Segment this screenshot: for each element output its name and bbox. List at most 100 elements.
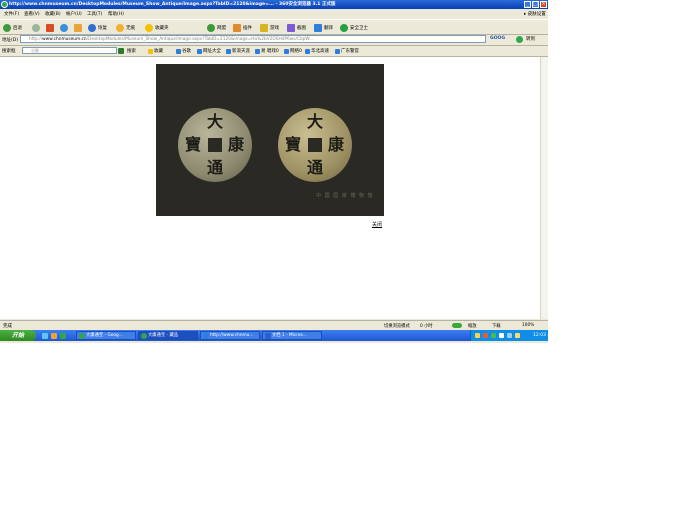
toggle-icon[interactable] — [452, 323, 462, 328]
navigation-toolbar: 后退 恢复 无痕 收藏夹 网盟 插件 游戏 截图 翻译 安全卫士 — [0, 19, 548, 35]
tray-icon[interactable] — [491, 333, 496, 338]
menu-help[interactable]: 帮助(H) — [108, 11, 124, 17]
private-mode-button[interactable]: 无痕 — [116, 23, 135, 32]
start-button[interactable]: 开始 — [0, 330, 36, 341]
search-input[interactable]: 谷歌 — [22, 47, 117, 54]
favorites-button[interactable]: 收藏夹 — [145, 23, 169, 32]
task-label: 文档 1 - Micros... — [272, 333, 307, 338]
fav-item-network[interactable]: 网络0 — [284, 48, 302, 54]
restore-button[interactable]: 恢复 — [88, 23, 107, 32]
translate-button[interactable]: 翻译 — [314, 23, 333, 32]
tray-icon[interactable] — [483, 333, 488, 338]
vertical-scrollbar[interactable] — [540, 57, 548, 319]
games-button[interactable]: 游戏 — [260, 23, 279, 32]
coin-char-bottom: 通 — [207, 158, 224, 177]
square-hole — [208, 138, 222, 152]
switch-mode-button[interactable]: 切换浏览模式 — [384, 323, 410, 329]
menu-view[interactable]: 查看(V) — [24, 11, 40, 17]
taskbar-clock: 12:03 — [533, 333, 546, 338]
menu-file[interactable]: 文件(F) — [4, 11, 19, 17]
status-bar: 完成 切换浏览模式 0 小时 缩放 下载 100% — [0, 320, 548, 330]
plugins-button[interactable]: 插件 — [233, 23, 252, 32]
network-button[interactable]: 网盟 — [207, 23, 226, 32]
zoom-tool[interactable]: 缩放 — [468, 323, 477, 329]
browser-icon — [141, 333, 147, 339]
security-guard-button[interactable]: 安全卫士 — [340, 23, 368, 32]
browser-window: http://www.chnmuseum.cn/DesktopModules/M… — [0, 0, 548, 343]
coin-char-right: 康 — [228, 135, 245, 154]
task-item[interactable]: 大康通宝 - 藏品 — [138, 331, 198, 340]
quicklaunch-desktop-icon[interactable] — [42, 333, 48, 339]
system-tray: 12:03 — [470, 330, 548, 341]
fav-label: 广东警官 — [341, 49, 359, 54]
refresh-button[interactable] — [60, 23, 70, 32]
skin-settings-link[interactable]: ▸ 皮肤设置 — [524, 11, 546, 17]
fav-item-site-directory[interactable]: 网址大全 — [197, 48, 221, 54]
fav-item-favorites[interactable]: 收藏 — [148, 48, 163, 54]
download-button[interactable]: 下载 — [492, 323, 501, 329]
volume-icon[interactable] — [515, 333, 520, 338]
menu-tools[interactable]: 工具(T) — [87, 11, 102, 17]
go-button[interactable]: 转到 — [526, 36, 535, 42]
ie-icon — [203, 333, 209, 339]
translate-icon — [314, 23, 322, 32]
search-engine-icon[interactable] — [118, 48, 124, 54]
close-button[interactable]: × — [540, 1, 547, 8]
coin-char-bottom: 通 — [307, 158, 324, 177]
fav-item-police[interactable]: 广东警官 — [335, 48, 359, 54]
page-content: 大 康 通 寶 大 康 通 寶 中 国 国 家 博 物 馆 关闭 — [0, 57, 540, 319]
quicklaunch-360-icon[interactable] — [60, 333, 66, 339]
task-label: http://www.chnmu... — [210, 333, 254, 338]
go-arrow-icon[interactable] — [516, 36, 523, 43]
quicklaunch-ie-icon[interactable] — [51, 333, 57, 339]
network-label: 网盟 — [217, 25, 226, 31]
browser-icon — [79, 333, 85, 339]
forward-arrow-icon — [32, 23, 40, 32]
favorites-label: 收藏夹 — [155, 25, 169, 31]
timer-indicator: 0 小时 — [420, 324, 433, 329]
browser-logo-icon — [1, 1, 8, 8]
coin-right: 大 康 通 寶 — [278, 108, 352, 182]
tray-icon[interactable] — [499, 333, 504, 338]
coin-char-top: 大 — [307, 112, 324, 131]
restore-label: 恢复 — [98, 25, 107, 31]
task-item[interactable]: http://www.chnmu... — [200, 331, 260, 340]
page-icon — [255, 48, 260, 54]
stop-button[interactable] — [46, 23, 56, 32]
task-item[interactable]: 文档 1 - Micros... — [262, 331, 322, 340]
url-host: www.chnmuseum.cn — [42, 37, 87, 42]
museum-watermark: 中 国 国 家 博 物 馆 — [316, 193, 374, 199]
forward-button[interactable] — [32, 23, 42, 32]
status-text: 完成 — [3, 324, 12, 329]
fav-item-opera[interactable]: 易 唱戏0 — [255, 48, 279, 54]
search-button[interactable]: 搜索 — [127, 48, 136, 54]
home-icon — [74, 23, 82, 32]
fav-item-highway[interactable]: 华北高速 — [305, 48, 329, 54]
task-label: 大康通宝 - 藏品 — [148, 333, 179, 338]
window-title: http://www.chnmuseum.cn/DesktopModules/M… — [9, 2, 336, 7]
fav-item-google[interactable]: 谷歌 — [176, 48, 191, 54]
translate-label: 翻译 — [324, 25, 333, 31]
screenshot-button[interactable]: 截图 — [287, 23, 306, 32]
search-engine-selector[interactable]: GOOG — [490, 36, 505, 41]
coin-left: 大 康 通 寶 — [178, 108, 252, 182]
url-input[interactable]: http://www.chnmuseum.cn/DesktopModules/M… — [20, 35, 486, 43]
home-button[interactable] — [74, 23, 84, 32]
back-arrow-icon — [3, 23, 11, 32]
shield-plus-icon — [340, 23, 348, 32]
url-path: /DesktopModules/Museum_Show_Antique/Imag… — [86, 37, 314, 42]
tray-icon[interactable] — [507, 333, 512, 338]
restore-icon — [88, 23, 96, 32]
fav-item-sina[interactable]: 新浪天涯 — [226, 48, 250, 54]
menu-favorites[interactable]: 收藏(B) — [45, 11, 61, 17]
minimize-button[interactable]: _ — [524, 1, 531, 8]
coin-char-right: 康 — [328, 135, 345, 154]
zoom-level[interactable]: 100% — [522, 323, 534, 328]
close-link[interactable]: 关闭 — [372, 221, 382, 228]
task-item[interactable]: 大康通宝 - Goog... — [76, 331, 136, 340]
favorites-bar: 搜索框 谷歌 搜索 收藏 谷歌 网址大全 新浪天涯 易 唱戏0 网络0 华北高速… — [0, 46, 548, 57]
menu-account[interactable]: 帐户(U) — [66, 11, 82, 17]
tray-icon[interactable] — [475, 333, 480, 338]
back-button[interactable]: 后退 — [3, 23, 22, 32]
maximize-button[interactable]: □ — [532, 1, 539, 8]
